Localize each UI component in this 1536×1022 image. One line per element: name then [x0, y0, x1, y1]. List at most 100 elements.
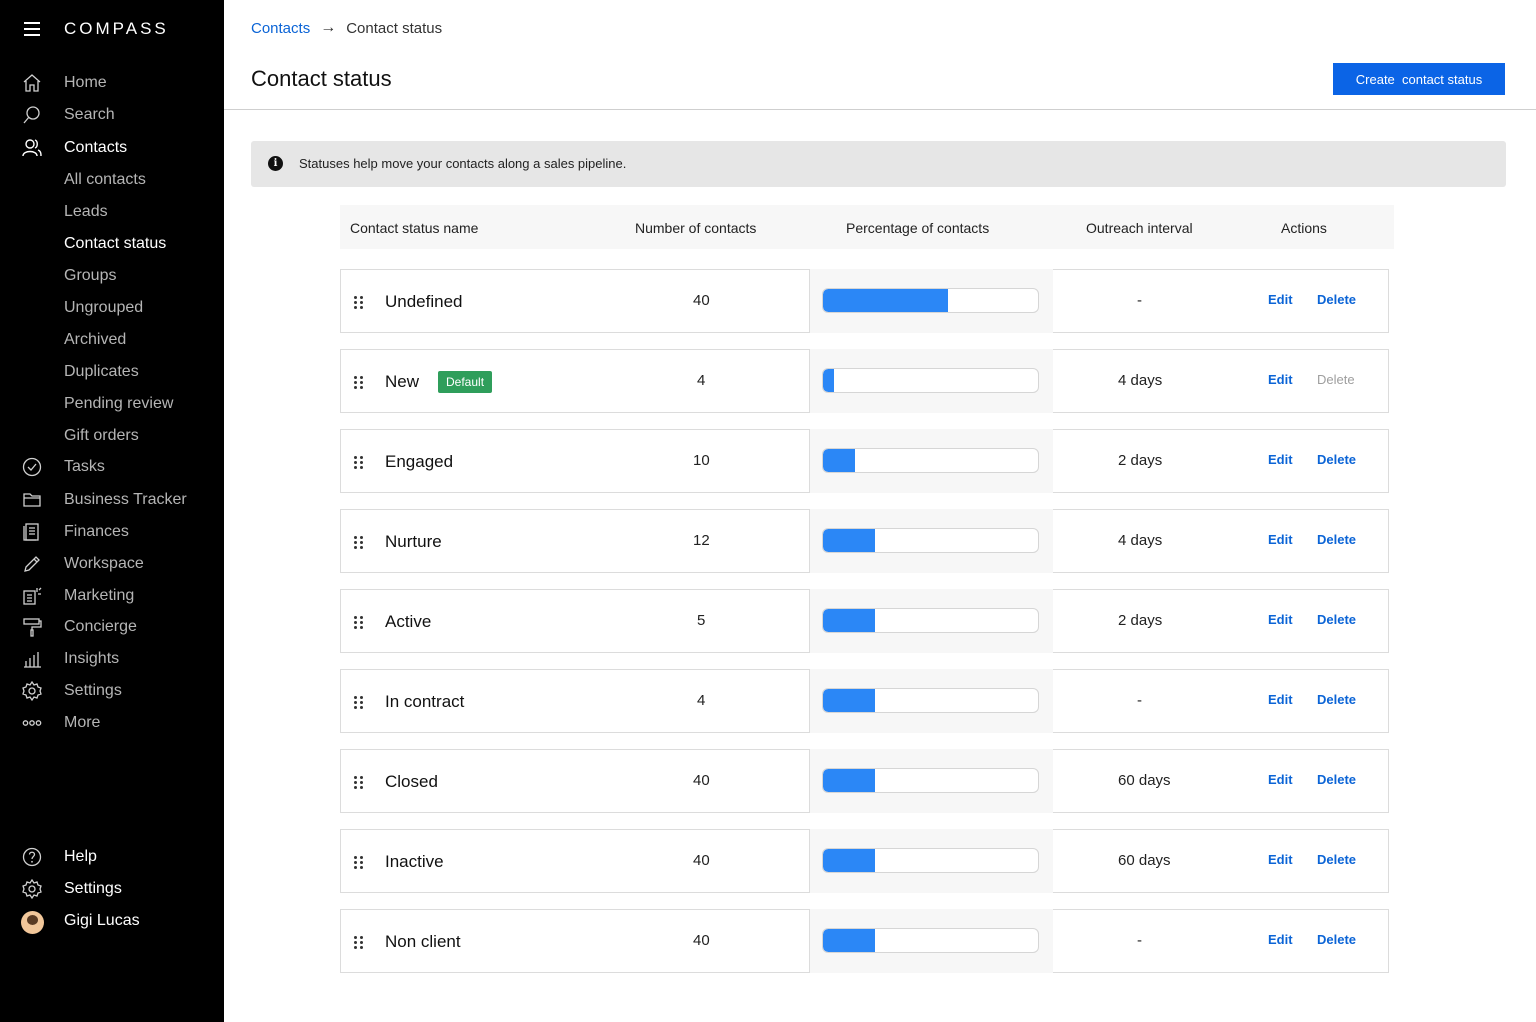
column-header-count: Number of contacts	[635, 220, 757, 236]
sidebar-item-label: Archived	[64, 331, 127, 348]
edit-button[interactable]: Edit	[1268, 612, 1293, 627]
sidebar-item-archived[interactable]: Archived	[0, 325, 224, 355]
sidebar-item-ungrouped[interactable]: Ungrouped	[0, 293, 224, 323]
percentage-bar	[822, 688, 1039, 713]
sidebar-item-business-tracker[interactable]: Business Tracker	[0, 485, 224, 515]
edit-button[interactable]: Edit	[1268, 692, 1293, 707]
contact-count: 40	[693, 292, 710, 309]
table-row[interactable]: Engaged 10 2 days Edit Delete	[340, 429, 1389, 493]
sidebar-footer-help[interactable]: Help	[0, 842, 224, 872]
sidebar-top: COMPASS	[0, 0, 224, 58]
table-row[interactable]: Inactive 40 60 days Edit Delete	[340, 829, 1389, 893]
drag-handle-icon[interactable]	[354, 696, 364, 710]
edit-button[interactable]: Edit	[1268, 372, 1293, 387]
search-icon	[22, 105, 42, 125]
info-icon: i	[268, 156, 283, 171]
sidebar-item-label: Gift orders	[64, 427, 139, 444]
percentage-bar	[822, 608, 1039, 633]
hamburger-menu-icon[interactable]	[24, 22, 40, 36]
home-icon	[22, 73, 42, 93]
sidebar-item-duplicates[interactable]: Duplicates	[0, 357, 224, 387]
edit-button[interactable]: Edit	[1268, 852, 1293, 867]
folder-icon	[22, 490, 42, 510]
sidebar-item-workspace[interactable]: Workspace	[0, 549, 224, 579]
sidebar-item-label: Pending review	[64, 395, 174, 412]
sidebar-item-label: Finances	[64, 523, 129, 540]
contact-count: 5	[697, 612, 706, 629]
sidebar-item-label: More	[64, 714, 101, 731]
percentage-bar-fill	[823, 449, 856, 472]
sidebar-item-home[interactable]: Home	[0, 68, 224, 98]
breadcrumb: Contacts → Contact status	[251, 19, 442, 37]
table-row[interactable]: New Default 4 4 days Edit Delete	[340, 349, 1389, 413]
drag-handle-icon[interactable]	[354, 856, 364, 870]
contacts-icon	[22, 138, 42, 158]
drag-handle-icon[interactable]	[354, 376, 364, 390]
default-badge: Default	[438, 371, 493, 393]
sidebar-item-settings[interactable]: Settings	[0, 676, 224, 706]
percentage-bar	[822, 848, 1039, 873]
sidebar-item-contacts[interactable]: Contacts	[0, 133, 224, 163]
delete-button[interactable]: Delete	[1317, 692, 1356, 707]
sidebar-item-pending-review[interactable]: Pending review	[0, 389, 224, 419]
delete-button[interactable]: Delete	[1317, 772, 1356, 787]
delete-button: Delete	[1317, 372, 1355, 387]
more-dots-icon	[22, 713, 42, 733]
sidebar-item-label: Settings	[64, 682, 122, 699]
delete-button[interactable]: Delete	[1317, 932, 1356, 947]
drag-handle-icon[interactable]	[354, 536, 364, 550]
check-circle-icon	[22, 457, 42, 477]
table-row[interactable]: Active 5 2 days Edit Delete	[340, 589, 1389, 653]
breadcrumb-contacts-link[interactable]: Contacts	[251, 20, 310, 37]
drag-handle-icon[interactable]	[354, 936, 364, 950]
table-row[interactable]: In contract 4 - Edit Delete	[340, 669, 1389, 733]
sidebar-item-contact-status[interactable]: Contact status	[0, 229, 224, 259]
sidebar-item-search[interactable]: Search	[0, 100, 224, 130]
percentage-bar	[822, 768, 1039, 793]
delete-button[interactable]: Delete	[1317, 452, 1356, 467]
edit-button[interactable]: Edit	[1268, 772, 1293, 787]
sidebar-item-more[interactable]: More	[0, 708, 224, 738]
sidebar-item-groups[interactable]: Groups	[0, 261, 224, 291]
delete-button[interactable]: Delete	[1317, 532, 1356, 547]
sidebar-item-marketing[interactable]: Marketing	[0, 581, 224, 611]
sidebar-item-leads[interactable]: Leads	[0, 197, 224, 227]
percentage-bar	[822, 288, 1039, 313]
sidebar-item-concierge[interactable]: Concierge	[0, 612, 224, 642]
drag-handle-icon[interactable]	[354, 296, 364, 310]
contact-count: 12	[693, 532, 710, 549]
table-row[interactable]: Nurture 12 4 days Edit Delete	[340, 509, 1389, 573]
delete-button[interactable]: Delete	[1317, 612, 1356, 627]
edit-button[interactable]: Edit	[1268, 932, 1293, 947]
table-row[interactable]: Non client 40 - Edit Delete	[340, 909, 1389, 973]
create-contact-status-button[interactable]: Create contact status	[1333, 63, 1505, 95]
edit-button[interactable]: Edit	[1268, 532, 1293, 547]
percentage-cell	[809, 909, 1053, 973]
sidebar-item-gift-orders[interactable]: Gift orders	[0, 421, 224, 451]
table-row[interactable]: Undefined 40 - Edit Delete	[340, 269, 1389, 333]
delete-button[interactable]: Delete	[1317, 292, 1356, 307]
edit-button[interactable]: Edit	[1268, 452, 1293, 467]
drag-handle-icon[interactable]	[354, 776, 364, 790]
help-icon	[22, 847, 42, 867]
sidebar-item-finances[interactable]: Finances	[0, 517, 224, 547]
percentage-bar	[822, 528, 1039, 553]
status-name: Engaged	[385, 452, 454, 471]
sidebar-footer-settings[interactable]: Settings	[0, 874, 224, 904]
compass-logo[interactable]: COMPASS	[64, 19, 169, 39]
page-header: Contacts → Contact status Contact status…	[224, 0, 1536, 110]
percentage-cell	[809, 509, 1053, 573]
percentage-cell	[809, 669, 1053, 733]
sidebar-item-all-contacts[interactable]: All contacts	[0, 165, 224, 195]
drag-handle-icon[interactable]	[354, 616, 364, 630]
edit-button[interactable]: Edit	[1268, 292, 1293, 307]
sidebar-item-tasks[interactable]: Tasks	[0, 452, 224, 482]
gear-icon	[22, 681, 42, 701]
sidebar-footer-gigi-lucas[interactable]: Gigi Lucas	[0, 906, 224, 936]
drag-handle-icon[interactable]	[354, 456, 364, 470]
table-row[interactable]: Closed 40 60 days Edit Delete	[340, 749, 1389, 813]
sidebar-item-label: Groups	[64, 267, 117, 284]
sidebar-item-insights[interactable]: Insights	[0, 644, 224, 674]
status-name: New	[385, 372, 420, 391]
delete-button[interactable]: Delete	[1317, 852, 1356, 867]
